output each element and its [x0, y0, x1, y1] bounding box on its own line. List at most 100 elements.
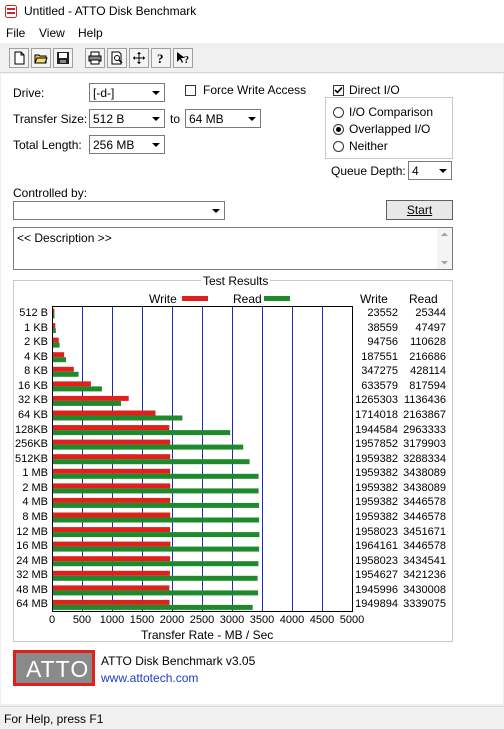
read-value: 216686 [409, 350, 446, 363]
menu-file[interactable]: File [6, 26, 25, 40]
bar-read [53, 532, 260, 538]
bar-write [53, 352, 65, 358]
start-button[interactable]: Start [386, 200, 453, 220]
row-label: 32 MB [16, 569, 48, 582]
bar-read [53, 604, 253, 610]
neither-label: Neither [349, 139, 388, 153]
force-write-checkbox[interactable] [185, 85, 196, 96]
queue-depth-select[interactable]: 4 [408, 161, 452, 180]
bar-read [53, 313, 55, 319]
total-length-select[interactable]: 256 MB [89, 135, 165, 154]
open-button[interactable] [31, 48, 51, 68]
write-value: 1944584 [355, 423, 398, 436]
overlapped-io-radio[interactable] [333, 124, 344, 135]
write-value: 1959382 [355, 452, 398, 465]
read-value: 47497 [415, 321, 446, 334]
write-value: 1959382 [355, 467, 398, 480]
save-button[interactable] [53, 48, 73, 68]
row-label: 4 MB [22, 496, 48, 509]
bar-read [53, 430, 231, 436]
bar-read [53, 502, 260, 508]
row-label: 12 MB [16, 525, 48, 538]
title-bar: Untitled - ATTO Disk Benchmark [0, 0, 504, 24]
bar-read [53, 546, 260, 552]
write-value: 347275 [361, 365, 398, 378]
description-scrollbar[interactable] [437, 228, 452, 269]
direct-io-checkbox[interactable] [333, 85, 344, 96]
start-button-label: Start [406, 203, 433, 217]
write-value: 633579 [361, 379, 398, 392]
radio-dot [336, 127, 341, 132]
row-label: 8 MB [22, 511, 48, 523]
chevron-down-icon [152, 117, 160, 121]
write-value: 1959382 [355, 511, 398, 523]
row-label: 2 MB [22, 481, 48, 494]
bar-read [53, 575, 258, 581]
print-icon [88, 51, 102, 65]
read-column-header: Read [409, 292, 438, 306]
bar-read [53, 357, 66, 363]
description-text: << Description >> [17, 231, 112, 245]
legend-write-label: Write [149, 292, 177, 306]
bar-read [53, 459, 250, 465]
bar-write [53, 527, 171, 533]
print-button[interactable] [85, 48, 105, 68]
checkmark-icon [334, 86, 343, 94]
chevron-down-icon [248, 117, 256, 121]
controlled-by-select[interactable] [13, 201, 225, 220]
website-link[interactable]: www.attotech.com [101, 671, 198, 685]
help-button[interactable]: ? [151, 48, 171, 68]
direct-io-label: Direct I/O [349, 83, 400, 97]
bar-write [53, 512, 171, 518]
read-value: 1136436 [403, 394, 446, 407]
context-help-button[interactable]: ? [173, 48, 193, 68]
save-icon [57, 52, 69, 64]
write-value: 1958023 [355, 554, 398, 567]
overlapped-io-label: Overlapped I/O [349, 122, 431, 136]
write-value: 1957852 [355, 438, 398, 451]
read-value: 3179903 [403, 438, 446, 451]
legend-read-swatch [264, 296, 290, 301]
bar-read [53, 386, 102, 392]
transfer-from-value: 512 B [93, 112, 125, 126]
to-label: to [170, 112, 181, 126]
write-value: 1714018 [355, 409, 398, 421]
bar-write [53, 541, 171, 547]
read-value: 817594 [409, 379, 446, 392]
write-value: 1959382 [355, 496, 398, 509]
controlled-by-label: Controlled by: [13, 186, 88, 200]
transfer-size-label: Transfer Size: [13, 112, 88, 126]
bar-read [53, 517, 260, 523]
print-preview-icon [111, 51, 123, 65]
total-length-label: Total Length: [13, 138, 82, 152]
transfer-to-select[interactable]: 64 MB [185, 109, 261, 128]
menu-bar: File View Help [0, 24, 504, 43]
transfer-to-value: 64 MB [189, 112, 224, 126]
status-text: For Help, press F1 [4, 712, 104, 726]
read-value: 3288334 [403, 452, 446, 465]
write-column-header: Write [360, 292, 388, 306]
bar-write [53, 468, 171, 474]
move-button[interactable] [129, 48, 149, 68]
read-value: 3438089 [403, 467, 446, 480]
write-value: 187551 [361, 350, 398, 363]
menu-help[interactable]: Help [78, 26, 103, 40]
drive-select[interactable]: [-d-] [89, 83, 165, 102]
row-label: 8 KB [24, 365, 48, 378]
new-button[interactable] [9, 48, 29, 68]
description-textarea[interactable]: << Description >> [13, 227, 453, 270]
main-panel: Drive: [-d-] Force Write Access Direct I… [1, 74, 503, 704]
io-comparison-radio[interactable] [333, 107, 344, 118]
menu-view[interactable]: View [39, 26, 65, 40]
print-preview-button[interactable] [107, 48, 127, 68]
atto-logo: ATTO [13, 650, 95, 686]
bar-write [53, 483, 171, 489]
neither-radio[interactable] [333, 141, 344, 152]
read-value: 3451671 [403, 525, 446, 538]
test-results-title: Test Results [201, 274, 271, 288]
transfer-from-select[interactable]: 512 B [89, 109, 165, 128]
row-label: 4 KB [24, 350, 48, 363]
legend-read-label: Read [233, 292, 262, 306]
row-label: 1 KB [24, 321, 48, 334]
bar-read [53, 400, 121, 406]
